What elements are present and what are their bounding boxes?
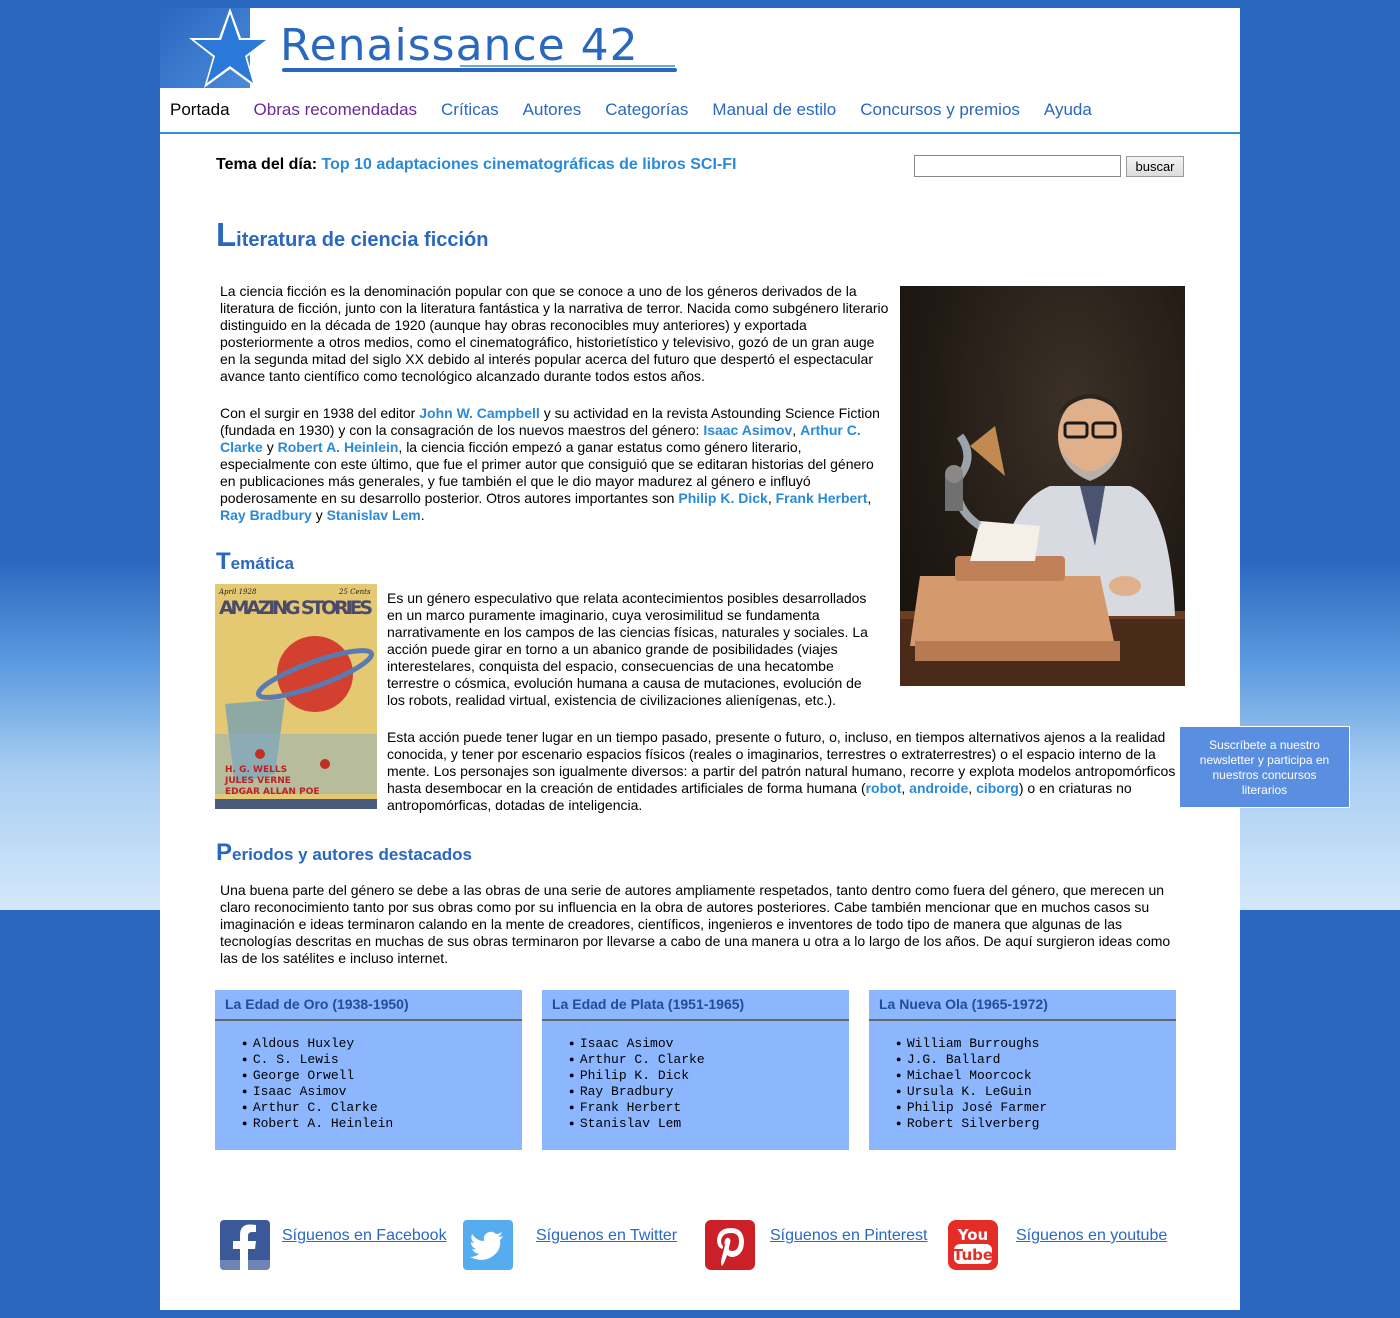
nav-item-obras-recomendadas[interactable]: Obras recomendadas <box>242 87 429 133</box>
topic-label: Tema del día: <box>216 156 318 173</box>
newsletter-widget[interactable]: Suscríbete a nuestro newsletter y partic… <box>1179 726 1350 808</box>
nav-item-concursos-y-premios[interactable]: Concursos y premios <box>848 87 1032 133</box>
list-item: Stanislav Lem <box>569 1116 849 1132</box>
nav-item-criticas[interactable]: Críticas <box>429 87 511 133</box>
list-item: Robert A. Heinlein <box>242 1116 522 1132</box>
twitter-icon[interactable] <box>463 1220 513 1270</box>
tematica-paragraph-2: Esta acción puede tener lugar en un tiem… <box>387 729 1176 813</box>
list-item: Arthur C. Clarke <box>569 1052 849 1068</box>
list-item: Ursula K. LeGuin <box>896 1084 1176 1100</box>
list-item: Aldous Huxley <box>242 1036 522 1052</box>
intro-paragraph: La ciencia ficción es la denominación po… <box>220 283 889 384</box>
cover-price: 25 Cents <box>338 588 371 596</box>
list-item: J.G. Ballard <box>896 1052 1176 1068</box>
link-frank-herbert[interactable]: Frank Herbert <box>776 490 868 506</box>
era-box-plata: La Edad de Plata (1951-1965) Isaac Asimo… <box>542 990 849 1150</box>
era-author-list: Aldous Huxley C. S. Lewis George Orwell … <box>215 1021 522 1132</box>
nav-item-ayuda[interactable]: Ayuda <box>1032 87 1104 133</box>
link-stanislav-lem[interactable]: Stanislav Lem <box>327 507 421 523</box>
era-author-list: Isaac Asimov Arthur C. Clarke Philip K. … <box>542 1021 849 1132</box>
topic-of-the-day: Tema del día: Top 10 adaptaciones cinema… <box>216 156 736 174</box>
cover-author-3: EDGAR ALLAN POE <box>225 787 320 797</box>
logo-text[interactable]: Renaissance 42 <box>280 20 639 71</box>
nav-item-autores[interactable]: Autores <box>511 87 594 133</box>
cover-author-2: JULES VERNE <box>224 776 291 786</box>
cover-date: April 1928 <box>218 588 257 596</box>
list-item: Ray Bradbury <box>569 1084 849 1100</box>
list-item: C. S. Lewis <box>242 1052 522 1068</box>
page-container: Renaissance 42 Portada Obras recomendada… <box>160 8 1240 1310</box>
logo-underline <box>282 68 677 72</box>
era-title: La Edad de Oro (1938-1950) <box>215 990 522 1021</box>
link-philip-dick[interactable]: Philip K. Dick <box>678 490 767 506</box>
list-item: Isaac Asimov <box>569 1036 849 1052</box>
link-androide[interactable]: androide <box>909 780 968 796</box>
link-robot[interactable]: robot <box>866 780 902 796</box>
list-item: Arthur C. Clarke <box>242 1100 522 1116</box>
twitter-link[interactable]: Síguenos en Twitter <box>536 1227 677 1245</box>
list-item: Robert Silverberg <box>896 1116 1176 1132</box>
youtube-icon[interactable]: You Tube <box>948 1220 998 1270</box>
list-item: William Burroughs <box>896 1036 1176 1052</box>
section-title-periodos: Periodos y autores destacados <box>216 839 472 866</box>
periodos-paragraph: Una buena parte del género se debe a las… <box>220 882 1171 966</box>
section-title-tematica: Temática <box>216 548 294 575</box>
youtube-icon-text-tube: Tube <box>953 1246 993 1264</box>
list-item: Philip José Farmer <box>896 1100 1176 1116</box>
link-robert-heinlein[interactable]: Robert A. Heinlein <box>278 439 399 455</box>
facebook-icon[interactable] <box>220 1220 270 1270</box>
history-paragraph: Con el surgir en 1938 del editor John W.… <box>220 405 880 523</box>
list-item: Frank Herbert <box>569 1100 849 1116</box>
search-button[interactable]: buscar <box>1126 156 1184 177</box>
pinterest-icon[interactable] <box>705 1220 755 1270</box>
nav-item-portada[interactable]: Portada <box>160 87 242 133</box>
cover-author-1: H. G. WELLS <box>225 765 287 775</box>
list-item: Philip K. Dick <box>569 1068 849 1084</box>
nav-item-categorias[interactable]: Categorías <box>593 87 700 133</box>
logo-underline-accent <box>460 65 675 67</box>
youtube-icon-text-you: You <box>957 1226 988 1244</box>
page-title: Literatura de ciencia ficción <box>216 216 489 253</box>
site-header: Renaissance 42 <box>160 8 1240 88</box>
star-icon[interactable] <box>168 6 272 90</box>
facebook-link[interactable]: Síguenos en Facebook <box>282 1227 447 1245</box>
link-ray-bradbury[interactable]: Ray Bradbury <box>220 507 312 523</box>
era-box-nueva-ola: La Nueva Ola (1965-1972) William Burroug… <box>869 990 1176 1150</box>
list-item: George Orwell <box>242 1068 522 1084</box>
list-item: Michael Moorcock <box>896 1068 1176 1084</box>
era-title: La Edad de Plata (1951-1965) <box>542 990 849 1021</box>
asimov-portrait-image <box>900 286 1185 686</box>
era-title: La Nueva Ola (1965-1972) <box>869 990 1176 1021</box>
era-author-list: William Burroughs J.G. Ballard Michael M… <box>869 1021 1176 1132</box>
link-john-campbell[interactable]: John W. Campbell <box>419 405 540 421</box>
social-links: Síguenos en Facebook Síguenos en Twitter… <box>160 1220 1240 1270</box>
nav-item-manual-de-estilo[interactable]: Manual de estilo <box>700 87 848 133</box>
tematica-paragraph-1: Es un género especulativo que relata aco… <box>387 590 868 708</box>
topic-link[interactable]: Top 10 adaptaciones cinematográficas de … <box>322 156 737 173</box>
search-input[interactable] <box>914 155 1121 177</box>
cover-title: AMAZING STORIES <box>219 597 373 619</box>
link-ciborg[interactable]: ciborg <box>976 780 1019 796</box>
main-nav: Portada Obras recomendadas Críticas Auto… <box>160 88 1240 134</box>
link-isaac-asimov[interactable]: Isaac Asimov <box>703 422 792 438</box>
pinterest-link[interactable]: Síguenos en Pinterest <box>770 1227 927 1245</box>
era-box-oro: La Edad de Oro (1938-1950) Aldous Huxley… <box>215 990 522 1150</box>
list-item: Isaac Asimov <box>242 1084 522 1100</box>
youtube-link[interactable]: Síguenos en youtube <box>1016 1227 1167 1245</box>
amazing-stories-cover-image: April 1928 25 Cents AMAZING STORIES H. G… <box>215 584 377 809</box>
